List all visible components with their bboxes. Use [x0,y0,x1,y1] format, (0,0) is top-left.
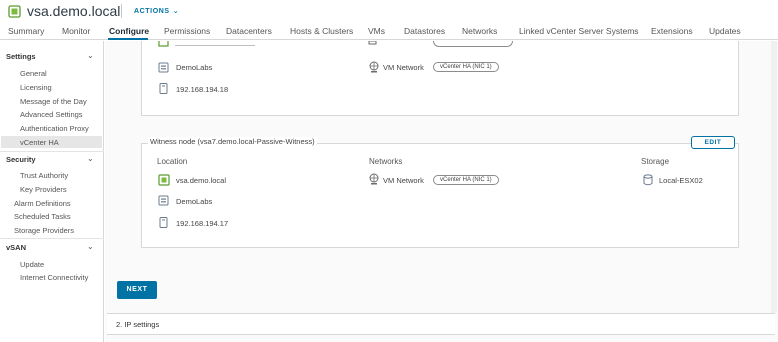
tab-linked-vcenter[interactable]: Linked vCenter Server Systems [519,26,639,36]
sidebar-item-trust-authority[interactable]: Trust Authority [20,171,68,180]
sidebar-item-licensing[interactable]: Licensing [20,83,52,92]
sidebar-item-vcenter-ha[interactable]: vCenter HA [20,138,59,147]
witness-node-title: Witness node (vsa7.demo.local-Passive-Wi… [148,137,317,146]
chevron-down-icon[interactable]: ⌄ [87,154,94,163]
network-icon [369,173,379,185]
scrollbar[interactable] [771,41,777,313]
storage-header: Storage [641,157,670,166]
edit-button[interactable]: EDIT [691,136,735,149]
witness-network-pill: vCenter HA (NIC 1) [433,175,499,185]
network-icon [369,61,379,73]
tab-configure[interactable]: Configure [109,26,149,36]
cut-off-row [175,41,255,46]
tab-permissions[interactable]: Permissions [164,26,210,36]
cut-off-pill [433,41,513,47]
sidebar-divider [0,151,104,152]
vm-icon [159,83,168,94]
witness-location-host: vsa.demo.local [176,176,227,185]
passive-node-panel [141,41,739,116]
host-icon [158,174,170,186]
tab-monitor[interactable]: Monitor [62,26,90,36]
sidebar-item-key-providers[interactable]: Key Providers [20,185,67,194]
network-icon [368,41,377,45]
tab-hosts-clusters[interactable]: Hosts & Clusters [290,26,353,36]
step-ip-settings[interactable]: 2. IP settings [107,313,775,335]
chevron-down-icon[interactable]: ⌄ [87,51,94,60]
passive-network-pill: vCenter HA (NIC 1) [433,62,499,72]
header-divider [121,4,122,18]
sidebar-item-update[interactable]: Update [20,260,44,269]
tab-datacenters[interactable]: Datacenters [226,26,272,36]
sidebar-item-general[interactable]: General [20,69,47,78]
sidebar-divider [0,238,104,239]
host-icon [158,41,169,47]
witness-location-ip: 192.168.194.17 [176,219,229,228]
datacenter-icon [158,195,169,206]
sidebar-item-scheduled-tasks[interactable]: Scheduled Tasks [14,212,71,221]
page-title: vsa.demo.local [27,3,121,19]
sidebar: Settings ⌄ General Licensing Message of … [0,41,104,342]
tab-vms[interactable]: VMs [368,26,385,36]
networks-header: Networks [369,157,403,166]
next-button[interactable]: NEXT [117,281,157,299]
datastore-icon [643,174,653,186]
sidebar-item-internet-connectivity[interactable]: Internet Connectivity [20,273,88,282]
sidebar-item-alarm-definitions[interactable]: Alarm Definitions [14,199,71,208]
witness-location-datacenter: DemoLabs [176,197,213,206]
tab-networks[interactable]: Networks [462,26,497,36]
sidebar-item-authentication-proxy[interactable]: Authentication Proxy [20,124,89,133]
tab-bar: Summary Monitor Configure Permissions Da… [0,23,778,40]
passive-location-ip: 192.168.194.18 [176,85,229,94]
chevron-down-icon[interactable]: ⌄ [87,242,94,251]
step-ip-settings-label: 2. IP settings [116,320,160,329]
datacenter-icon [158,62,169,73]
sidebar-item-message-of-the-day[interactable]: Message of the Day [20,97,87,106]
active-tab-indicator [108,38,148,40]
actions-button[interactable]: ACTIONS ⌄ [134,7,179,15]
tab-extensions[interactable]: Extensions [651,26,693,36]
header: vsa.demo.local ACTIONS ⌄ [0,0,778,23]
tab-datastores[interactable]: Datastores [404,26,445,36]
witness-storage: Local-ESX02 [659,176,703,185]
passive-network-name: VM Network [383,63,424,72]
witness-network-name: VM Network [383,176,424,185]
vm-icon [159,217,168,228]
vcenter-host-icon [8,5,21,18]
chevron-down-icon: ⌄ [172,8,180,15]
passive-location-datacenter: DemoLabs [176,63,213,72]
sidebar-section-security[interactable]: Security [6,155,36,164]
tab-summary[interactable]: Summary [8,26,44,36]
tab-updates[interactable]: Updates [709,26,741,36]
sidebar-section-vsan[interactable]: vSAN [6,243,26,252]
location-header: Location [157,157,188,166]
sidebar-item-advanced-settings[interactable]: Advanced Settings [20,110,83,119]
sidebar-item-storage-providers[interactable]: Storage Providers [14,226,74,235]
sidebar-section-settings[interactable]: Settings [6,52,36,61]
